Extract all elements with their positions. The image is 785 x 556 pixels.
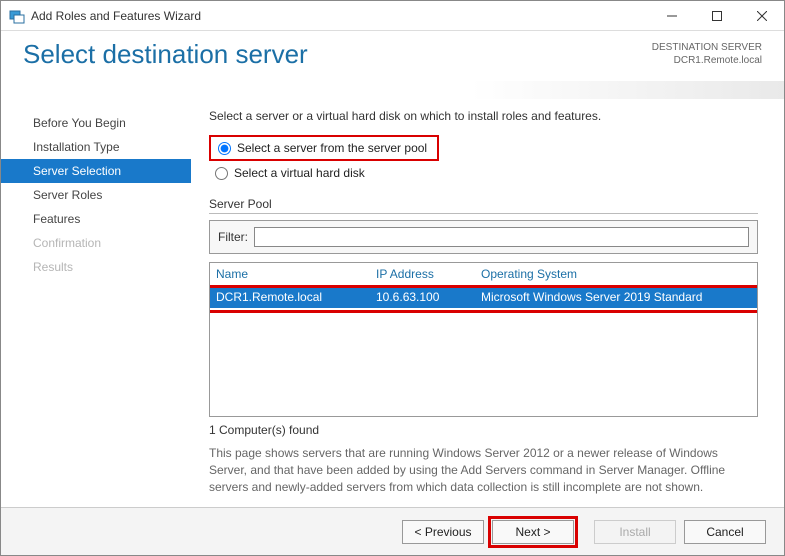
radio-vhd[interactable] [215,167,228,180]
wizard-steps: Before You Begin Installation Type Serve… [1,99,191,507]
destination-server: DCR1.Remote.local [652,54,762,67]
highlight-radio-pool: Select a server from the server pool [209,135,439,161]
install-button: Install [594,520,676,544]
column-name[interactable]: Name [216,267,376,281]
step-server-selection[interactable]: Server Selection [1,159,191,183]
computers-found: 1 Computer(s) found [209,423,758,437]
server-pool-heading: Server Pool [209,197,758,214]
cancel-button[interactable]: Cancel [684,520,766,544]
column-ip[interactable]: IP Address [376,267,481,281]
page-title: Select destination server [23,39,308,70]
minimize-button[interactable] [649,1,694,31]
wizard-header: Select destination server DESTINATION SE… [1,31,784,81]
step-results: Results [1,255,191,279]
window-controls [649,1,784,31]
radio-vhd-label: Select a virtual hard disk [234,166,365,180]
previous-button[interactable]: < Previous [402,520,484,544]
destination-label: DESTINATION SERVER [652,41,762,54]
step-installation-type[interactable]: Installation Type [1,135,191,159]
filter-label: Filter: [218,230,248,244]
next-button[interactable]: Next > [492,520,574,544]
radio-server-pool-label: Select a server from the server pool [237,141,427,155]
filter-input[interactable] [254,227,749,247]
step-before-you-begin[interactable]: Before You Begin [1,111,191,135]
window-title: Add Roles and Features Wizard [31,9,201,23]
wizard-footer: < Previous Next > Install Cancel [1,507,784,555]
column-os[interactable]: Operating System [481,267,751,281]
destination-info: DESTINATION SERVER DCR1.Remote.local [652,39,762,67]
grid-header: Name IP Address Operating System [210,263,757,286]
server-grid: Name IP Address Operating System DCR1.Re… [209,262,758,417]
wizard-icon [9,8,25,24]
step-server-roles[interactable]: Server Roles [1,183,191,207]
titlebar: Add Roles and Features Wizard [1,1,784,31]
grid-row[interactable]: DCR1.Remote.local 10.6.63.100 Microsoft … [210,286,757,308]
radio-server-pool[interactable] [218,142,231,155]
cell-os: Microsoft Windows Server 2019 Standard [481,290,751,304]
instruction-text: Select a server or a virtual hard disk o… [209,109,758,123]
header-separator [1,81,784,99]
close-button[interactable] [739,1,784,31]
cell-name: DCR1.Remote.local [216,290,376,304]
cell-ip: 10.6.63.100 [376,290,481,304]
filter-row: Filter: [209,220,758,254]
explanatory-note: This page shows servers that are running… [209,445,758,495]
step-features[interactable]: Features [1,207,191,231]
maximize-button[interactable] [694,1,739,31]
main-content: Select a server or a virtual hard disk o… [191,99,784,507]
step-confirmation: Confirmation [1,231,191,255]
